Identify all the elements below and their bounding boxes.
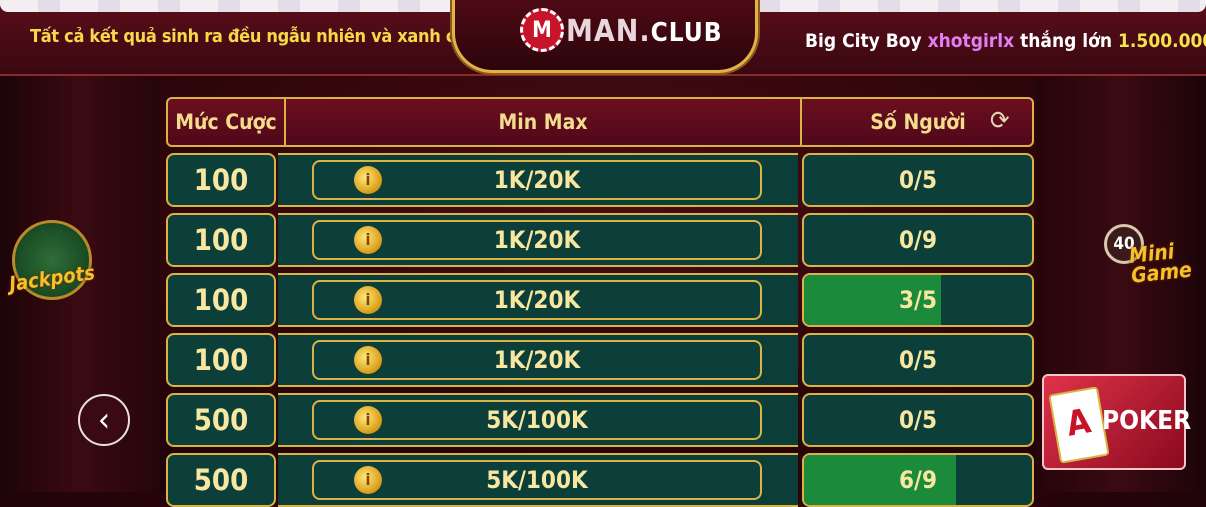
- row-players-cell: 0/5: [802, 393, 1034, 447]
- poker-label: POKER: [1102, 406, 1192, 436]
- minigame-button[interactable]: 40 Mini Game: [1104, 212, 1204, 302]
- row-minmax: 1K/20K: [493, 346, 581, 374]
- table-row[interactable]: 100 i 1K/20K 0/5: [166, 333, 1034, 387]
- row-players-cell: 3/5: [802, 273, 1034, 327]
- ticker-amount: 1.500.000: [1118, 30, 1206, 52]
- row-players-cell: 6/9: [802, 453, 1034, 507]
- logo-dot: .: [639, 14, 651, 49]
- back-button[interactable]: ‹: [78, 394, 130, 446]
- row-players: 6/9: [899, 466, 937, 494]
- poker-cards-icon: A: [1048, 386, 1110, 464]
- table-row[interactable]: 500 i 5K/100K 6/9: [166, 453, 1034, 507]
- row-minmax: 1K/20K: [493, 166, 581, 194]
- jackpot-button[interactable]: Jackpots: [4, 214, 96, 300]
- row-players-cell: 0/5: [802, 153, 1034, 207]
- row-players: 0/5: [899, 346, 937, 374]
- row-players: 3/5: [899, 286, 937, 314]
- row-bet: 100: [166, 333, 276, 387]
- table-rows: 100 i 1K/20K 0/5 100 i 1K/20K 0/9 100 i 1K/20K 3/5 1…: [166, 153, 1034, 507]
- logo-chip-icon: M: [520, 8, 564, 52]
- row-players-cell: 0/9: [802, 213, 1034, 267]
- header-minmax: Min Max: [498, 110, 588, 134]
- row-players: 0/5: [899, 406, 937, 434]
- table-row[interactable]: 100 i 1K/20K 0/5: [166, 153, 1034, 207]
- ticker-player-name: xhotgirlx: [927, 30, 1015, 52]
- row-bet: 100: [166, 153, 276, 207]
- table-header: Mức Cược Min Max Số Người ⟳: [166, 97, 1034, 147]
- row-minmax: 1K/20K: [493, 286, 581, 314]
- room-table: Mức Cược Min Max Số Người ⟳ 100 i 1K/20K 0/…: [166, 97, 1034, 507]
- ticker-right: Big City Boy xhotgirlx thắng lớn 1.500.0…: [805, 30, 1206, 52]
- poker-button[interactable]: A POKER: [1042, 374, 1191, 470]
- row-players: 0/5: [899, 166, 937, 194]
- row-bet: 500: [166, 453, 276, 507]
- row-bet: 100: [166, 273, 276, 327]
- table-row[interactable]: 100 i 1K/20K 0/9: [166, 213, 1034, 267]
- row-minmax: 1K/20K: [493, 226, 581, 254]
- row-bet: 500: [166, 393, 276, 447]
- logo-text: MAN.CLUB: [566, 14, 723, 49]
- ticker-left-text: Tất cả kết quả sinh ra đều ngẫu nhiên và…: [30, 26, 483, 47]
- table-row[interactable]: 500 i 5K/100K 0/5: [166, 393, 1034, 447]
- row-minmax: 5K/100K: [486, 406, 588, 434]
- row-bet: 100: [166, 213, 276, 267]
- header-bet: Mức Cược: [175, 110, 277, 134]
- ticker-prefix: Big City Boy: [805, 30, 922, 52]
- logo-brand: MAN: [566, 14, 640, 49]
- minigame-label: Mini Game: [1127, 239, 1193, 288]
- row-players-cell: 0/5: [802, 333, 1034, 387]
- refresh-icon[interactable]: ⟳: [990, 108, 1016, 134]
- ticker-mid: thắng lớn: [1020, 30, 1113, 52]
- row-minmax: 5K/100K: [486, 466, 588, 494]
- table-row[interactable]: 100 i 1K/20K 3/5: [166, 273, 1034, 327]
- row-players: 0/9: [899, 226, 937, 254]
- logo-suffix: CLUB: [650, 18, 723, 48]
